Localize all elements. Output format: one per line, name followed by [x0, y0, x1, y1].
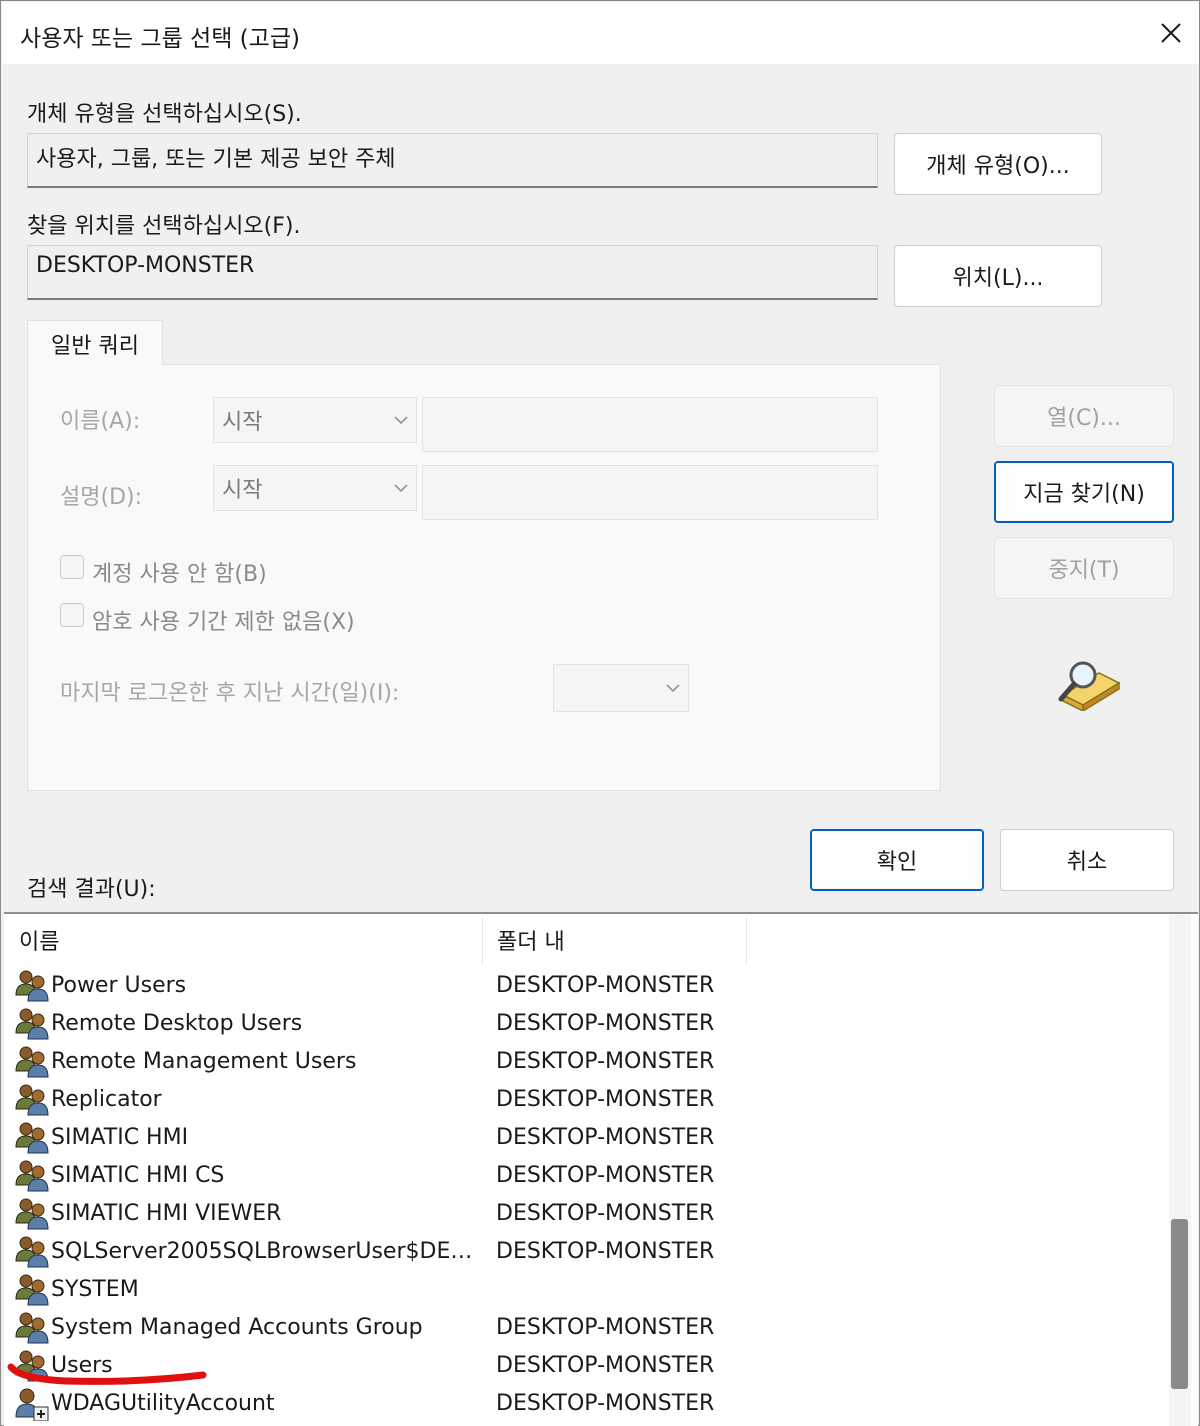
row-name: SYSTEM [51, 1276, 139, 1302]
non-expiring-password-checkbox[interactable] [60, 603, 84, 627]
location-label: 찾을 위치를 선택하십시오(F). [27, 214, 301, 239]
row-name: Replicator [51, 1086, 162, 1112]
days-since-logon-label: 마지막 로그온한 후 지난 시간(일)(I): [60, 681, 400, 706]
row-folder: DESKTOP-MONSTER [496, 1086, 715, 1112]
row-folder: DESKTOP-MONSTER [496, 1124, 715, 1150]
row-folder: DESKTOP-MONSTER [496, 1200, 715, 1226]
title-bar[interactable]: 사용자 또는 그룹 선택 (고급) [2, 2, 1199, 64]
group-icon [14, 1121, 50, 1155]
object-type-label: 개체 유형을 선택하십시오(S). [27, 102, 302, 127]
row-folder: DESKTOP-MONSTER [496, 1352, 715, 1378]
close-button[interactable] [1142, 2, 1199, 64]
table-row[interactable]: Users DESKTOP-MONSTER [4, 1346, 1164, 1384]
row-folder: DESKTOP-MONSTER [496, 1238, 715, 1264]
table-row[interactable]: Replicator DESKTOP-MONSTER [4, 1080, 1164, 1118]
column-header-folder[interactable]: 폴더 내 [482, 914, 746, 966]
name-mode-value: 시작 [222, 410, 263, 435]
row-name: SIMATIC HMI VIEWER [51, 1200, 282, 1226]
group-icon [14, 1045, 50, 1079]
search-results-label: 검색 결과(U): [27, 877, 156, 902]
table-row[interactable]: SIMATIC HMI DESKTOP-MONSTER [4, 1118, 1164, 1156]
row-folder: DESKTOP-MONSTER [496, 972, 715, 998]
table-row[interactable]: Remote Desktop Users DESKTOP-MONSTER [4, 1004, 1164, 1042]
description-input[interactable] [422, 465, 878, 520]
cancel-button[interactable]: 취소 [1000, 829, 1174, 891]
search-animation-icon [1058, 661, 1121, 711]
tab-common-queries[interactable]: 일반 쿼리 [27, 320, 163, 366]
row-folder: DESKTOP-MONSTER [496, 1010, 715, 1036]
table-row[interactable]: SYSTEM [4, 1270, 1164, 1308]
close-icon [1160, 23, 1181, 43]
row-name: SIMATIC HMI CS [51, 1162, 225, 1188]
row-name: Users [51, 1352, 113, 1378]
results-scrollbar[interactable] [1169, 914, 1191, 1426]
column-header-name[interactable]: 이름 [4, 914, 482, 966]
row-name: System Managed Accounts Group [51, 1314, 423, 1340]
chevron-down-icon [666, 684, 680, 693]
name-label: 이름(A): [60, 409, 141, 434]
table-row[interactable]: SIMATIC HMI CS DESKTOP-MONSTER [4, 1156, 1164, 1194]
location-field: DESKTOP-MONSTER [27, 245, 878, 300]
group-icon [14, 1083, 50, 1117]
disabled-accounts-checkbox[interactable] [60, 555, 84, 579]
table-row[interactable]: SQLServer2005SQLBrowserUser$DESKT... DESK… [4, 1232, 1164, 1270]
row-name: Power Users [51, 972, 187, 998]
columns-button[interactable]: 열(C)... [994, 385, 1174, 447]
group-icon [14, 1197, 50, 1231]
object-type-field: 사용자, 그룹, 또는 기본 제공 보안 주체 [27, 133, 878, 188]
user-icon [14, 1387, 50, 1422]
row-name: SQLServer2005SQLBrowserUser$DESKT... [51, 1238, 481, 1264]
row-folder: DESKTOP-MONSTER [496, 1390, 715, 1416]
row-folder: DESKTOP-MONSTER [496, 1048, 715, 1074]
row-name: WDAGUtilityAccount [51, 1390, 275, 1416]
locations-button[interactable]: 위치(L)... [894, 245, 1102, 307]
window-title: 사용자 또는 그룹 선택 (고급) [20, 26, 300, 52]
description-mode-value: 시작 [222, 478, 263, 503]
scrollbar-thumb[interactable] [1171, 1219, 1188, 1389]
stop-button[interactable]: 중지(T) [994, 537, 1174, 599]
group-icon [14, 969, 50, 1003]
search-results-list[interactable]: 이름 폴더 내 Power Users DESKTOP-MONSTER Remote… [4, 912, 1198, 1426]
group-icon [14, 1007, 50, 1041]
disabled-accounts-label: 계정 사용 안 함(B) [92, 562, 267, 587]
group-icon [14, 1311, 50, 1345]
common-queries-panel: 이름(A): 시작 설명(D): 시작 계정 사용 안 함(B) 암호 사용 기… [27, 364, 941, 791]
name-input[interactable] [422, 397, 878, 452]
group-icon [14, 1159, 50, 1193]
chevron-down-icon [394, 484, 408, 493]
object-types-button[interactable]: 개체 유형(O)... [894, 133, 1102, 195]
table-row[interactable]: Remote Management Users DESKTOP-MONSTER [4, 1042, 1164, 1080]
table-row[interactable]: System Managed Accounts Group DESKTOP-MON… [4, 1308, 1164, 1346]
find-now-button[interactable]: 지금 찾기(N) [994, 461, 1174, 523]
non-expiring-password-label: 암호 사용 기간 제한 없음(X) [92, 610, 355, 635]
row-name: Remote Desktop Users [51, 1010, 303, 1036]
table-row[interactable]: Power Users DESKTOP-MONSTER [4, 966, 1164, 1004]
select-users-groups-dialog: 사용자 또는 그룹 선택 (고급) 개체 유형을 선택하십시오(S). 사용자,… [0, 0, 1200, 1426]
group-icon [14, 1273, 50, 1307]
description-label: 설명(D): [60, 485, 142, 510]
days-since-logon-select[interactable] [553, 664, 689, 712]
row-folder: DESKTOP-MONSTER [496, 1162, 715, 1188]
description-mode-select[interactable]: 시작 [213, 465, 417, 511]
row-name: SIMATIC HMI [51, 1124, 189, 1150]
column-separator[interactable] [746, 918, 747, 964]
group-icon [14, 1235, 50, 1269]
chevron-down-icon [394, 416, 408, 425]
row-folder: DESKTOP-MONSTER [496, 1314, 715, 1340]
ok-button[interactable]: 확인 [810, 829, 984, 891]
table-row[interactable]: WDAGUtilityAccount DESKTOP-MONSTER [4, 1384, 1164, 1422]
row-name: Remote Management Users [51, 1048, 357, 1074]
group-icon [14, 1349, 50, 1383]
table-row[interactable]: SIMATIC HMI VIEWER DESKTOP-MONSTER [4, 1194, 1164, 1232]
name-mode-select[interactable]: 시작 [213, 397, 417, 443]
